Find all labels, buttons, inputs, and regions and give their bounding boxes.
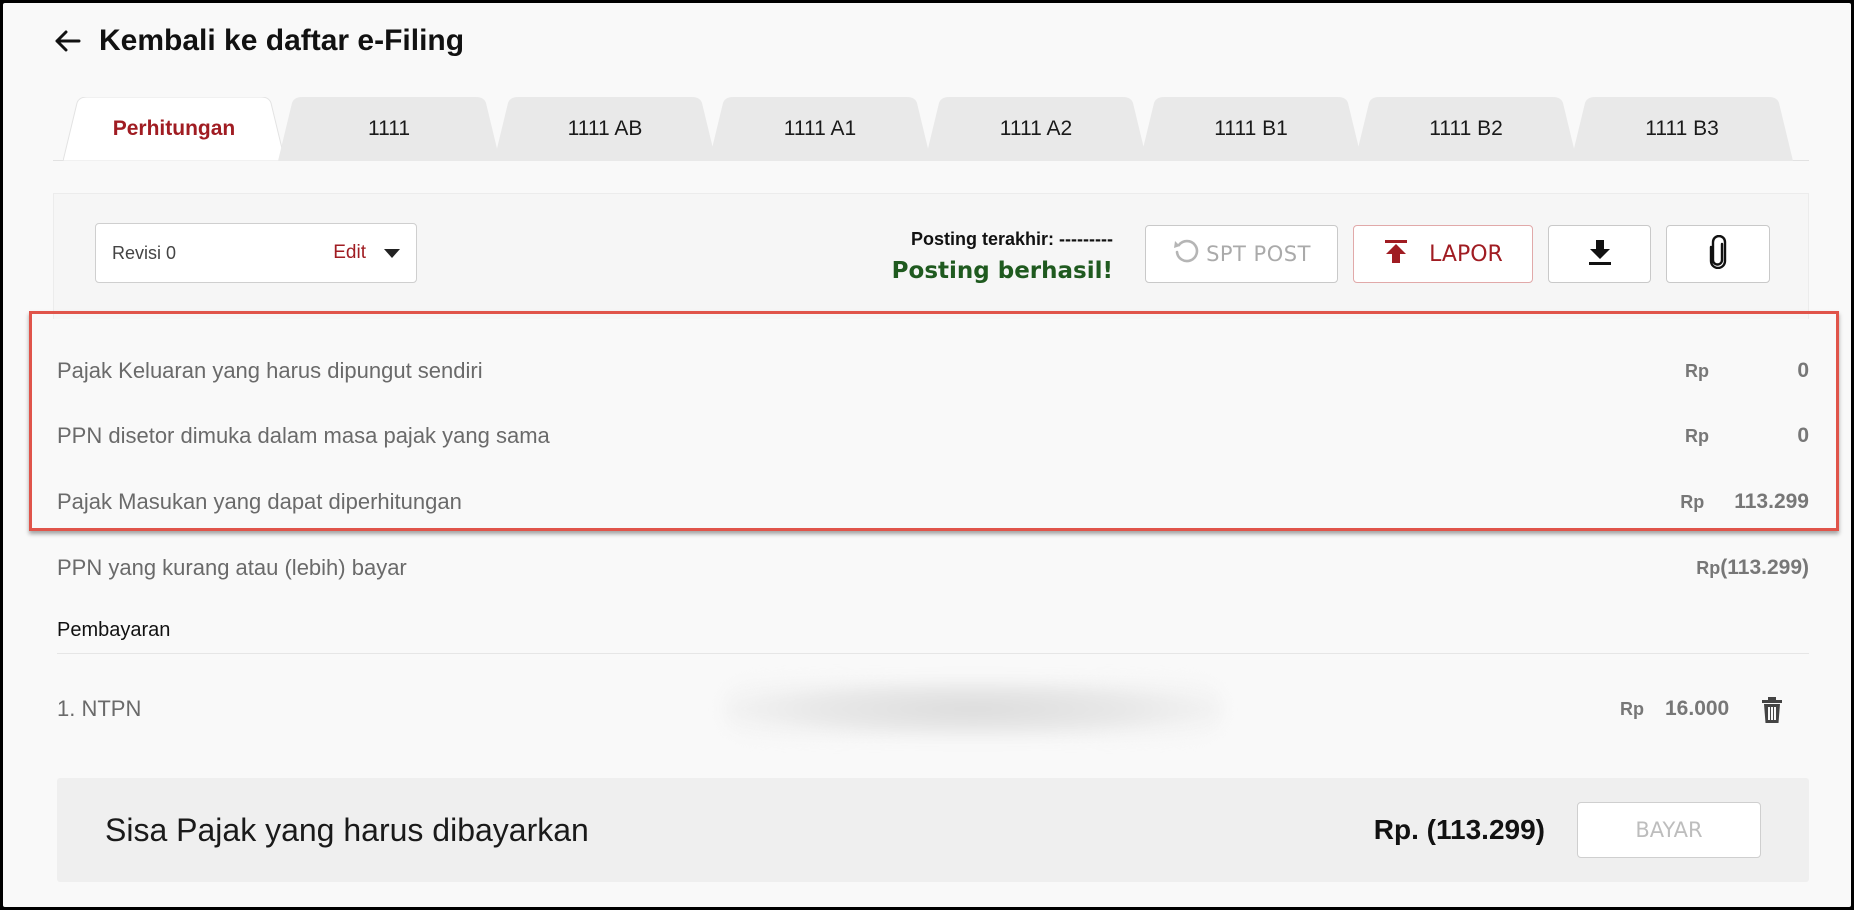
row-label: PPN yang kurang atau (lebih) bayar (57, 555, 407, 580)
tab-label: 1111 A1 (783, 117, 857, 140)
tab-label: 1111 AB (567, 117, 643, 140)
tab-perhitungan[interactable]: Perhitungan (63, 97, 285, 161)
lapor-label: LAPOR (1429, 241, 1503, 267)
ntpn-value-blurred (723, 679, 1223, 739)
tab-1111-b3[interactable]: 1111 B3 (1571, 97, 1793, 161)
row-label: Pajak Masukan yang dapat diperhitungan (57, 489, 462, 514)
arrow-left-icon[interactable] (53, 26, 83, 56)
download-icon (1587, 238, 1613, 271)
tab-1111-b1[interactable]: 1111 B1 (1140, 97, 1362, 161)
currency-label: Rp (1620, 699, 1644, 719)
edit-link[interactable]: Edit (333, 242, 366, 264)
row-value: (113.299) (1720, 556, 1809, 579)
currency-label: Rp (1680, 491, 1705, 512)
row-ppn-kurang-lebih: PPN yang kurang atau (lebih) bayar Rp (1… (57, 546, 1809, 590)
download-button[interactable] (1548, 225, 1651, 283)
bayar-button[interactable]: BAYAR (1577, 802, 1761, 858)
row-value: 0 (1797, 424, 1809, 447)
row-value: 0 (1797, 359, 1809, 382)
tab-1111-a1[interactable]: 1111 A1 (709, 97, 931, 161)
tab-label: 1111 (367, 117, 411, 140)
row-label: Pajak Keluaran yang harus dipungut sendi… (57, 358, 483, 383)
tab-1111[interactable]: 1111 (278, 97, 500, 161)
tab-label: 1111 A2 (999, 117, 1073, 140)
ntpn-label: 1. NTPN (57, 696, 142, 721)
back-title[interactable]: Kembali ke daftar e-Filing (99, 24, 464, 58)
tab-1111-ab[interactable]: 1111 AB (494, 97, 716, 161)
row-value: 113.299 (1734, 490, 1809, 513)
currency-label: Rp (1696, 557, 1721, 578)
tab-label: Perhitungan (112, 117, 236, 140)
balance-total: Rp. (113.299) (1373, 814, 1545, 845)
posting-last: Posting terakhir: --------- (911, 229, 1113, 249)
refresh-icon (1172, 237, 1200, 271)
spt-post-label: SPT POST (1206, 242, 1311, 266)
tab-label: 1111 B1 (1214, 117, 1288, 140)
tab-1111-a2[interactable]: 1111 A2 (925, 97, 1147, 161)
spt-post-button[interactable]: SPT POST (1145, 225, 1338, 283)
caret-down-icon[interactable] (384, 248, 400, 258)
back-header[interactable]: Kembali ke daftar e-Filing (53, 21, 464, 61)
trash-icon[interactable] (1757, 695, 1787, 725)
revision-dropdown[interactable]: Revisi 0 Edit (95, 223, 417, 283)
balance-bar: Sisa Pajak yang harus dibayarkan Rp. (11… (57, 778, 1809, 882)
tab-bar: Perhitungan 1111 1111 AB 1111 A1 1111 A2… (53, 97, 1809, 161)
tab-label: 1111 B3 (1645, 117, 1719, 140)
row-pajak-masukan: Pajak Masukan yang dapat diperhitungan R… (57, 480, 1809, 524)
attach-button[interactable] (1666, 225, 1770, 283)
revision-label: Revisi 0 (112, 242, 177, 263)
row-pajak-keluaran: Pajak Keluaran yang harus dipungut sendi… (57, 349, 1809, 393)
divider (57, 653, 1809, 654)
posting-status: Posting terakhir: --------- Posting berh… (892, 229, 1113, 284)
paperclip-icon (1707, 234, 1729, 274)
payment-amount: 16.000 (1665, 697, 1730, 720)
tab-1111-b2[interactable]: 1111 B2 (1355, 97, 1577, 161)
pembayaran-heading: Pembayaran (57, 619, 171, 641)
row-label: PPN disetor dimuka dalam masa pajak yang… (57, 423, 550, 448)
balance-label: Sisa Pajak yang harus dibayarkan (105, 811, 589, 848)
currency-label: Rp (1685, 425, 1709, 446)
upload-icon (1383, 238, 1409, 270)
row-ppn-disetor: PPN disetor dimuka dalam masa pajak yang… (57, 414, 1809, 458)
app-frame: Kembali ke daftar e-Filing Perhitungan 1… (3, 3, 1851, 907)
currency-label: Rp (1685, 360, 1709, 381)
tab-label: 1111 B2 (1429, 117, 1503, 140)
posting-success: Posting berhasil! (891, 258, 1113, 284)
lapor-button[interactable]: LAPOR (1353, 225, 1533, 283)
